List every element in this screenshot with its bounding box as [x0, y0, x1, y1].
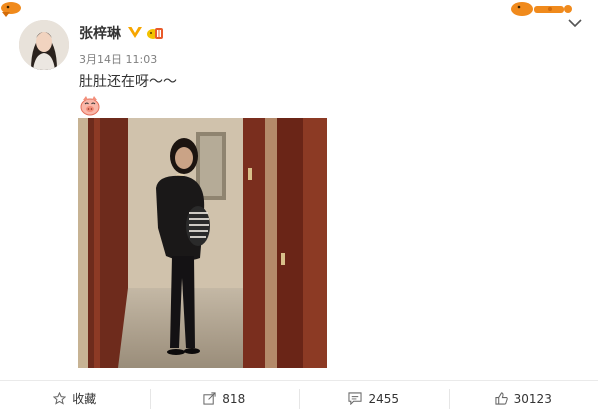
pig-emoji-icon [79, 94, 101, 116]
star-icon [53, 392, 66, 405]
like-count: 30123 [514, 392, 552, 406]
share-button[interactable]: 818 [150, 381, 300, 416]
username[interactable]: 张梓琳 [79, 23, 121, 43]
post-text: 肚肚还在呀～～ [79, 71, 177, 91]
action-bar: 收藏 818 2455 30123 [0, 380, 598, 416]
share-icon [203, 392, 216, 405]
vip-badge-icon[interactable] [146, 25, 164, 41]
share-count: 818 [222, 392, 245, 406]
comment-icon [348, 392, 362, 405]
like-button[interactable]: 30123 [449, 381, 598, 416]
post-meta: 3月14日 11:03 [79, 51, 157, 67]
favorite-label: 收藏 [72, 390, 96, 407]
verified-badge-icon[interactable] [127, 24, 143, 40]
post-time[interactable]: 11:03 [126, 53, 158, 66]
dog-sticker-icon [508, 0, 574, 18]
post-date[interactable]: 3月14日 [79, 53, 122, 66]
comment-count: 2455 [368, 392, 399, 406]
chevron-down-icon[interactable] [568, 18, 582, 28]
favorite-button[interactable]: 收藏 [0, 381, 150, 416]
comment-button[interactable]: 2455 [299, 381, 449, 416]
dog-sticker-icon [0, 0, 24, 18]
thumbs-up-icon [495, 392, 508, 405]
avatar[interactable] [19, 20, 69, 70]
post-photo[interactable] [78, 118, 327, 368]
